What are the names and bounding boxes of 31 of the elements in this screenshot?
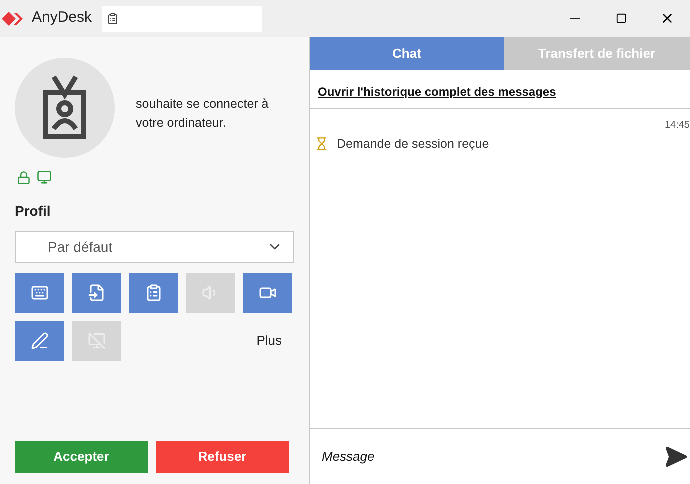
request-message: souhaite se connecter à votre ordinateur. — [136, 96, 270, 132]
permission-button[interactable] — [15, 321, 64, 361]
monitor-off-icon — [88, 332, 106, 350]
message-time: 14:45 — [664, 119, 690, 133]
permission-button[interactable] — [15, 273, 64, 313]
history-link[interactable]: Ouvrir l'historique complet des messages — [318, 85, 556, 99]
lock-icon — [17, 170, 31, 184]
file-arrow-icon — [88, 284, 106, 302]
permission-button[interactable] — [72, 273, 121, 313]
id-badge-icon — [42, 75, 88, 141]
clipboard-icon — [107, 12, 120, 24]
message-text: Demande de session reçue — [337, 136, 490, 153]
address-field[interactable] — [102, 6, 262, 32]
clipboard-icon — [144, 284, 162, 302]
permission-button[interactable] — [129, 273, 178, 313]
refuse-button[interactable]: Refuser — [156, 441, 289, 473]
send-icon[interactable] — [664, 444, 688, 468]
profile-dropdown[interactable]: Par défaut — [15, 231, 294, 263]
maximize-icon — [616, 13, 626, 24]
accept-button[interactable]: Accepter — [15, 441, 148, 473]
hourglass-icon — [315, 137, 329, 152]
window-title: AnyDesk — [32, 8, 92, 28]
minimize-icon — [570, 18, 580, 19]
profile-label: Profil — [15, 202, 52, 221]
pen-icon — [30, 332, 48, 350]
monitor-icon — [37, 170, 52, 185]
permission-button[interactable] — [243, 273, 292, 313]
more-button[interactable]: Plus — [256, 331, 282, 351]
keyboard-icon — [30, 284, 48, 302]
message-field[interactable]: Message — [322, 446, 664, 466]
tab[interactable]: Chat — [310, 37, 504, 70]
